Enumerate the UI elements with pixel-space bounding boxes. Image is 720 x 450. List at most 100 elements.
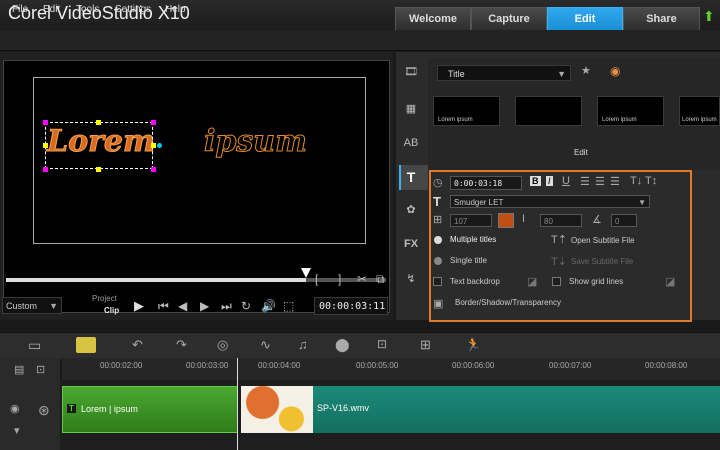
auto-music-icon[interactable]: ♫ <box>298 337 308 352</box>
motion-tracking-icon[interactable]: ⬤ <box>335 337 350 353</box>
menu-edit[interactable]: Edit <box>43 4 60 15</box>
tab-welcome[interactable]: Welcome <box>395 7 471 30</box>
content-store-icon[interactable]: ◉ <box>610 64 620 78</box>
resize-handle[interactable] <box>43 167 48 172</box>
track-manager-icon[interactable]: ▤ <box>14 363 24 376</box>
underline-button[interactable]: U <box>562 175 570 187</box>
menu-tools[interactable]: Tools <box>76 4 99 15</box>
video-clip[interactable]: SP-V16.wmv <box>313 386 720 433</box>
align-left-icon[interactable]: ☰ <box>580 175 590 188</box>
show-grid-checkbox[interactable] <box>552 277 561 286</box>
end-icon[interactable]: ⏭ <box>221 299 232 314</box>
edit-tab-label[interactable]: Edit <box>574 148 588 157</box>
menu-help[interactable]: Help <box>165 4 186 15</box>
font-dropdown[interactable]: Smudger LET ▼ <box>450 195 650 208</box>
text-direction-icon[interactable]: T↓ <box>630 175 642 187</box>
mark-out-icon[interactable]: ] <box>338 272 341 286</box>
single-title-radio[interactable] <box>434 257 442 265</box>
text-direction-vertical-icon[interactable]: T↕ <box>645 175 657 187</box>
graphics-icon[interactable]: ✿ <box>400 199 422 221</box>
mode-project-label[interactable]: Project <box>92 294 117 303</box>
resize-handle[interactable] <box>96 167 101 172</box>
tab-edit[interactable]: Edit <box>547 7 623 30</box>
subtitle-editor-icon[interactable]: ⊡ <box>377 337 387 351</box>
preset-dropdown[interactable]: Custom ▼ <box>2 297 62 314</box>
title-clip-icon: T <box>67 404 76 413</box>
title-thumb[interactable] <box>515 96 582 126</box>
show-grid-label[interactable]: Show grid lines <box>569 277 623 286</box>
multi-camera-icon[interactable]: ⊞ <box>420 337 431 353</box>
resize-handle[interactable] <box>151 143 156 148</box>
line-spacing-field[interactable]: 80 <box>540 214 582 227</box>
multiple-titles-label[interactable]: Multiple titles <box>450 235 496 244</box>
timecode-display[interactable]: 00:00:03:11 <box>314 297 388 315</box>
fx-icon[interactable]: FX <box>400 233 422 255</box>
video-clip-thumbnail[interactable] <box>241 386 313 433</box>
multiple-titles-radio[interactable] <box>434 236 442 244</box>
resize-handle[interactable] <box>43 143 48 148</box>
tab-capture[interactable]: Capture <box>471 7 547 30</box>
resize-handle[interactable] <box>96 120 101 125</box>
align-center-icon[interactable]: ☰ <box>595 175 605 188</box>
transition-icon[interactable]: AB <box>400 132 422 154</box>
redo-icon[interactable]: ↷ <box>176 337 187 353</box>
open-subtitle-icon[interactable]: T⇡ <box>551 233 567 246</box>
rotate-handle[interactable] <box>157 143 162 148</box>
library-category-dropdown[interactable]: Title ▼ <box>437 65 571 81</box>
preview-screen[interactable]: Lorem ipsum <box>3 60 390 313</box>
font-color-swatch[interactable] <box>498 213 514 228</box>
font-size-field[interactable]: 107 <box>450 214 492 227</box>
media-icon[interactable]: 🎞 <box>400 61 422 83</box>
add-favorite-icon[interactable]: ★ <box>581 64 591 77</box>
split-clip-icon[interactable]: ✂ <box>357 272 367 286</box>
enlarge-icon[interactable]: ⧉ <box>376 272 385 287</box>
bold-button[interactable]: B <box>530 176 541 186</box>
time-remapping-icon[interactable]: 🏃 <box>465 337 481 353</box>
mode-clip-label[interactable]: Clip <box>104 306 119 315</box>
title-icon[interactable]: T <box>400 166 422 188</box>
timeline-view-icon[interactable] <box>76 337 96 353</box>
title-text-ipsum[interactable]: ipsum <box>204 124 308 160</box>
backdrop-settings-icon[interactable]: ◪ <box>527 275 537 288</box>
title-clip[interactable]: T Lorem | ipsum <box>62 386 238 433</box>
track-visibility-icon[interactable]: ◉ <box>10 402 20 415</box>
menu-settings[interactable]: Settings <box>115 4 151 15</box>
title-thumb[interactable]: Lorem ipsum <box>679 96 720 126</box>
previous-frame-icon[interactable]: ◀ <box>178 299 187 313</box>
path-icon[interactable]: ↯ <box>400 268 422 290</box>
menu-file[interactable]: File <box>12 4 28 15</box>
duration-field[interactable]: 0:00:03:18 <box>450 176 522 190</box>
upload-icon[interactable]: ⬆ <box>703 8 715 25</box>
rotation-angle-field[interactable]: 0 <box>611 214 637 227</box>
grid-settings-icon[interactable]: ◪ <box>665 275 675 288</box>
align-right-icon[interactable]: ☰ <box>610 175 620 188</box>
title-thumb[interactable]: Lorem ipsum <box>433 96 500 126</box>
tab-share[interactable]: Share <box>623 7 700 30</box>
text-backdrop-checkbox[interactable] <box>433 277 442 286</box>
text-backdrop-label[interactable]: Text backdrop <box>450 277 500 286</box>
volume-icon[interactable]: 🔊 <box>261 299 276 313</box>
border-shadow-button[interactable]: Border/Shadow/Transparency <box>455 298 561 307</box>
resize-handle[interactable] <box>151 167 156 172</box>
play-icon[interactable]: ▶ <box>134 298 144 314</box>
scrub-thumb[interactable] <box>301 268 312 278</box>
storyboard-view-icon[interactable]: ▭ <box>28 337 41 354</box>
resize-handle[interactable] <box>43 120 48 125</box>
resize-handle[interactable] <box>151 120 156 125</box>
title-thumb[interactable]: Lorem ipsum <box>597 96 664 126</box>
next-frame-icon[interactable]: ▶ <box>200 299 209 313</box>
track-expand-icon[interactable]: ▾ <box>14 424 20 437</box>
add-chapter-icon[interactable]: ⊡ <box>36 363 45 376</box>
record-capture-icon[interactable]: ◎ <box>217 337 228 353</box>
sound-mixer-icon[interactable]: ∿ <box>260 337 271 353</box>
single-title-label[interactable]: Single title <box>450 256 487 265</box>
change-project-ratio-icon[interactable]: ⬚ <box>283 299 294 313</box>
home-icon[interactable]: ⏮ <box>158 299 169 314</box>
repeat-icon[interactable]: ↻ <box>241 299 251 313</box>
playhead[interactable] <box>237 358 238 450</box>
instant-project-icon[interactable]: ▦ <box>400 98 422 120</box>
italic-button[interactable]: I <box>546 176 553 186</box>
open-subtitle-button[interactable]: Open Subtitle File <box>571 236 635 245</box>
mark-in-icon[interactable]: [ <box>315 272 318 286</box>
undo-icon[interactable]: ↶ <box>132 337 143 353</box>
